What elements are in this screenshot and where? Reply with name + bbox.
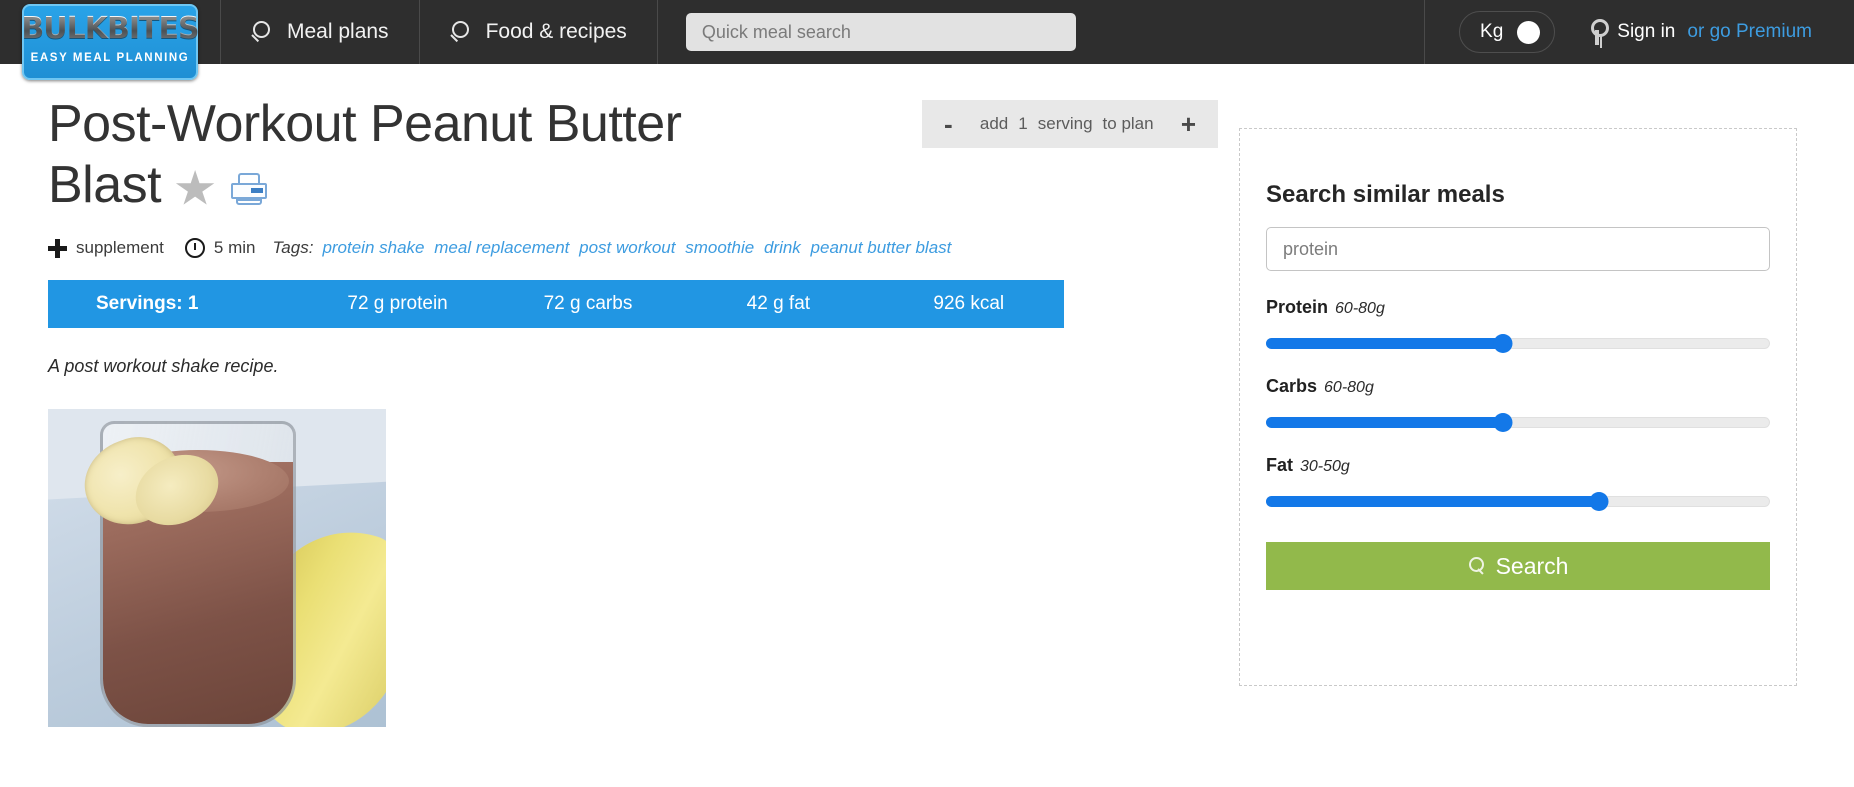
slider-protein-label: Protein (1266, 297, 1329, 317)
unit-toggle-container: Kg (1424, 0, 1589, 64)
top-navigation-bar: BULKBITES EASY MEAL PLANNING Meal plans … (0, 0, 1854, 80)
slider-fat[interactable] (1266, 492, 1770, 511)
nav-item-meal-plans[interactable]: Meal plans (221, 0, 419, 64)
add-to-plan-text: add 1 serving to plan (980, 114, 1154, 134)
quick-search-container (658, 0, 1424, 64)
unit-toggle-knob[interactable] (1517, 20, 1541, 44)
logo-tagline: EASY MEAL PLANNING (30, 52, 190, 64)
slider-fat-label-row: Fat 30-50g (1266, 455, 1770, 476)
decrement-serving-button[interactable]: - (944, 111, 953, 137)
nav-item-food-recipes[interactable]: Food & recipes (420, 0, 657, 64)
tag-item[interactable]: protein shake (322, 238, 424, 257)
search-icon (450, 21, 472, 43)
search-icon (251, 21, 273, 43)
slider-protein-thumb[interactable] (1493, 334, 1513, 353)
site-logo[interactable]: BULKBITES EASY MEAL PLANNING (0, 0, 220, 80)
similar-meals-keyword-input[interactable] (1266, 227, 1770, 271)
key-icon (1589, 19, 1610, 45)
recipe-content: Post-Workout Peanut Butter Blast - add 1… (48, 64, 1218, 727)
plus-icon (48, 238, 67, 258)
recipe-type-label: supplement (76, 238, 164, 257)
slider-fat-label: Fat (1266, 455, 1293, 475)
slider-carbs-label: Carbs (1266, 376, 1318, 396)
slider-carbs-fill (1266, 417, 1503, 428)
slider-group-carbs: Carbs 60-80g (1266, 376, 1770, 432)
serving-unit-label: serving (1037, 114, 1093, 133)
sidebar-title: Search similar meals (1266, 181, 1505, 208)
quick-search-input[interactable] (685, 13, 1076, 51)
slider-group-fat: Fat 30-50g (1266, 455, 1770, 511)
serving-quantity: 1 (1018, 114, 1028, 133)
search-icon (1468, 557, 1486, 575)
recipe-time-label: 5 min (213, 238, 256, 257)
nutrition-carbs: 72 g carbs (543, 293, 633, 314)
tag-item[interactable]: smoothie (685, 238, 754, 257)
star-icon[interactable] (175, 170, 215, 205)
printer-icon[interactable] (231, 173, 268, 207)
sign-in-link[interactable]: Sign in (1617, 21, 1675, 43)
to-plan-label: to plan (1102, 114, 1154, 133)
clock-icon (184, 238, 205, 258)
add-label: add (979, 114, 1009, 133)
slider-fat-thumb[interactable] (1589, 492, 1609, 511)
slider-protein-range: 60-80g (1335, 300, 1385, 317)
tag-item[interactable]: peanut butter blast (811, 238, 952, 257)
slider-carbs-range: 60-80g (1324, 379, 1374, 396)
slider-carbs-label-row: Carbs 60-80g (1266, 376, 1770, 397)
slider-protein-label-row: Protein 60-80g (1266, 297, 1770, 318)
tag-item[interactable]: drink (764, 238, 801, 257)
tags-list: protein shake meal replacement post work… (322, 238, 951, 258)
nutrition-kcal: 926 kcal (933, 293, 1005, 314)
logo-wordmark: BULKBITES (21, 11, 199, 46)
page-title: Post-Workout Peanut Butter Blast (48, 64, 788, 216)
go-premium-link[interactable]: or go Premium (1687, 21, 1812, 43)
recipe-photo (48, 409, 386, 727)
slider-fat-range: 30-50g (1300, 458, 1350, 475)
slider-fat-fill (1266, 496, 1599, 507)
page-title-text: Post-Workout Peanut Butter Blast (48, 95, 682, 214)
nutrition-protein: 72 g protein (347, 293, 448, 314)
title-row: Post-Workout Peanut Butter Blast - add 1… (48, 64, 1218, 216)
similar-meals-search-button[interactable]: Search (1266, 542, 1770, 590)
slider-protein-fill (1266, 338, 1503, 349)
unit-toggle-label: Kg (1480, 21, 1504, 42)
slider-protein[interactable] (1266, 334, 1770, 353)
recipe-description: A post workout shake recipe. (48, 356, 279, 376)
add-to-plan-widget: - add 1 serving to plan + (922, 100, 1218, 148)
unit-toggle[interactable]: Kg (1459, 11, 1556, 53)
tag-item[interactable]: post workout (579, 238, 675, 257)
tag-item[interactable]: meal replacement (434, 238, 569, 257)
nutrition-fat: 42 g fat (746, 293, 811, 314)
search-button-label: Search (1495, 552, 1569, 579)
slider-group-protein: Protein 60-80g (1266, 297, 1770, 353)
auth-area: Sign in or go Premium (1589, 0, 1854, 64)
tags-label: Tags: (272, 238, 314, 257)
nutrition-servings: Servings: 1 (96, 293, 199, 314)
similar-meals-panel: Search similar meals Protein 60-80g Carbs… (1239, 128, 1797, 686)
nav-item-meal-plans-label: Meal plans (287, 20, 389, 43)
increment-serving-button[interactable]: + (1181, 111, 1196, 137)
slider-carbs[interactable] (1266, 413, 1770, 432)
slider-carbs-thumb[interactable] (1493, 413, 1513, 432)
nutrition-summary-bar: Servings: 1 72 g protein 72 g carbs 42 g… (48, 280, 1064, 328)
nav-item-food-recipes-label: Food & recipes (485, 20, 627, 43)
recipe-meta-row: supplement 5 min Tags: protein shake mea… (48, 238, 1218, 258)
